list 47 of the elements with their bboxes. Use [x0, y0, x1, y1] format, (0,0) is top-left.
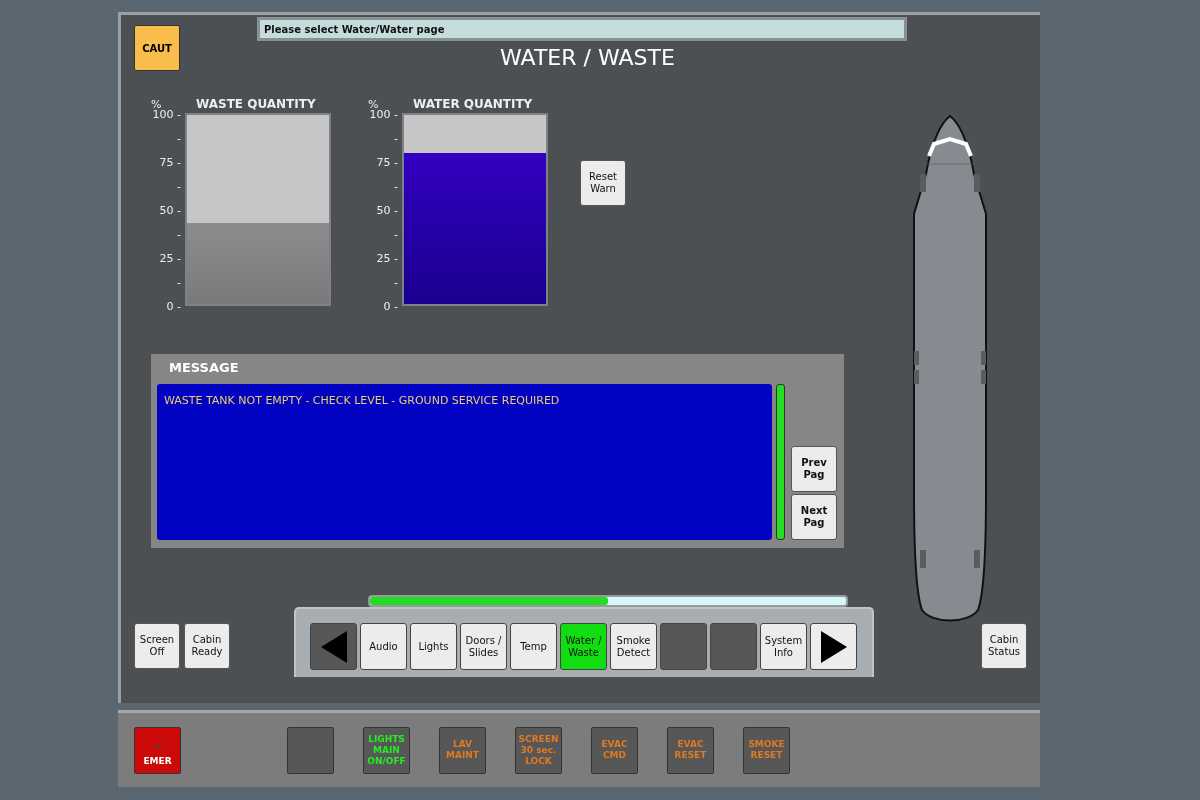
next-arrow-button[interactable]	[810, 623, 857, 670]
scale-label: -	[177, 277, 181, 289]
unit-label: %	[151, 98, 162, 111]
nav-tab[interactable]: Doors / Slides	[460, 623, 507, 670]
prompt-bar: Please select Water/Water page	[257, 17, 907, 41]
side-button[interactable]: Screen Off	[134, 623, 180, 669]
scale-label: 75 -	[376, 157, 398, 169]
caution-button[interactable]: CAUT	[134, 25, 180, 71]
nav-tab[interactable]: Temp	[510, 623, 557, 670]
scale-label: -	[394, 229, 398, 241]
message-heading: MESSAGE	[169, 360, 240, 377]
scale-label: -	[177, 229, 181, 241]
nav-tab[interactable]: Water / Waste	[560, 623, 607, 670]
scale-label: 0 -	[166, 301, 181, 313]
emergency-button[interactable]: EMER	[134, 726, 181, 774]
scale-label: 100 -	[369, 109, 398, 121]
gauge-title: WATER QUANTITY	[413, 97, 533, 111]
scale-label: 50 -	[159, 205, 181, 217]
next-page-button[interactable]: Next Pag	[791, 494, 837, 540]
scale-label: 75 -	[159, 157, 181, 169]
scale-label: 25 -	[376, 253, 398, 265]
reset-warn-button[interactable]: Reset Warn	[580, 160, 626, 206]
message-text: WASTE TANK NOT EMPTY - CHECK LEVEL - GROUND SERVICE REQUIRED	[164, 394, 561, 407]
scale-label: -	[177, 181, 181, 193]
page-title: WATER / WASTE	[500, 45, 675, 70]
side-button[interactable]: Cabin Ready	[184, 623, 230, 669]
previous-page-button[interactable]: Prev Pag	[791, 446, 837, 492]
right-triangle-icon	[818, 629, 849, 664]
scale-label: 25 -	[159, 253, 181, 265]
scale-label: 0 -	[383, 301, 398, 313]
scale-label: 100 -	[152, 109, 181, 121]
scale-label: -	[394, 181, 398, 193]
nav-tab[interactable]: Lights	[410, 623, 457, 670]
cabin-status-button[interactable]: Cabin Status	[981, 623, 1027, 669]
previous-arrow-button[interactable]	[310, 623, 357, 670]
nav-tab[interactable]: System Info	[760, 623, 807, 670]
nav-tab[interactable]: Audio	[360, 623, 407, 670]
function-key[interactable]: LIGHTS MAIN ON/OFF	[363, 726, 410, 774]
gauge-title: WASTE QUANTITY	[196, 97, 316, 111]
unit-label: %	[368, 98, 379, 111]
scale-label: -	[394, 133, 398, 145]
scroll-bar[interactable]	[776, 384, 785, 540]
nav-tab[interactable]: Smoke Detect	[610, 623, 657, 670]
scale-label: 50 -	[376, 205, 398, 217]
scale-label: -	[177, 133, 181, 145]
scale-label: -	[394, 277, 398, 289]
empty-function-key[interactable]	[287, 726, 334, 774]
